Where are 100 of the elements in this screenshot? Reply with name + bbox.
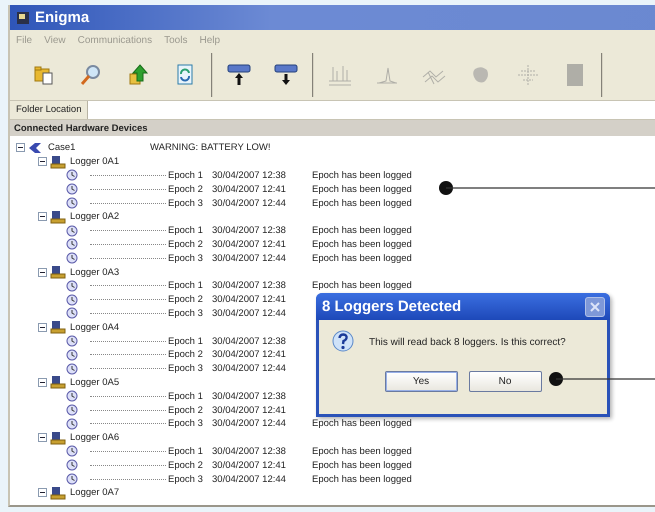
tree-item[interactable]: Epoch 1 bbox=[168, 390, 212, 402]
status-message: Epoch has been logged bbox=[312, 446, 412, 457]
tree-item[interactable]: Epoch 3 bbox=[168, 198, 212, 209]
tree-item[interactable]: Epoch 2 bbox=[168, 184, 212, 195]
timestamp: 30/04/2007 12:44 bbox=[212, 418, 287, 430]
clock-icon bbox=[66, 362, 78, 375]
timestamp: 30/04/2007 12:41 bbox=[212, 238, 287, 250]
tree-item[interactable]: Epoch 2 bbox=[168, 294, 212, 306]
clock-icon bbox=[66, 445, 78, 458]
warning-text: WARNING: BATTERY LOW! bbox=[150, 142, 271, 154]
dialog-title: 8 Loggers Detected bbox=[322, 298, 462, 315]
tree-item[interactable]: Epoch 2 bbox=[168, 238, 212, 250]
tree-item[interactable]: Logger 0A2 bbox=[70, 211, 163, 222]
timestamp: 30/04/2007 12:38 bbox=[212, 446, 287, 457]
timestamp: 30/04/2007 12:44 bbox=[212, 198, 287, 209]
timestamp: 30/04/2007 12:44 bbox=[212, 308, 287, 319]
clock-icon bbox=[66, 238, 78, 250]
clock-icon bbox=[66, 280, 78, 292]
tree-item[interactable]: Epoch 1 bbox=[168, 225, 212, 236]
logger-upload-icon bbox=[227, 63, 251, 87]
logger-icon bbox=[50, 265, 66, 280]
status-message: Epoch has been logged bbox=[312, 252, 412, 264]
clock-icon bbox=[66, 169, 78, 182]
clock-icon bbox=[66, 348, 78, 361]
timestamp: 30/04/2007 12:38 bbox=[212, 336, 287, 347]
tree-item[interactable]: Logger 0A1 bbox=[70, 156, 163, 168]
logger-icon bbox=[50, 210, 66, 224]
logger-icon bbox=[50, 154, 66, 169]
collapse-icon[interactable] bbox=[38, 322, 47, 332]
tree-item[interactable]: Epoch 2 bbox=[168, 404, 212, 416]
clock-icon bbox=[66, 390, 78, 402]
timestamp: 30/04/2007 12:41 bbox=[212, 184, 287, 195]
clock-icon bbox=[66, 404, 78, 416]
tree-item[interactable]: Logger 0A6 bbox=[70, 432, 163, 444]
collapse-icon[interactable] bbox=[38, 488, 47, 498]
logger-icon bbox=[50, 486, 66, 500]
timestamp: 30/04/2007 12:41 bbox=[212, 404, 287, 416]
close-icon bbox=[590, 302, 600, 312]
logger-icon bbox=[50, 320, 66, 334]
timestamp: 30/04/2007 12:41 bbox=[212, 349, 287, 360]
timestamp: 30/04/2007 12:38 bbox=[212, 225, 287, 236]
clock-icon bbox=[66, 252, 78, 264]
clock-icon bbox=[66, 183, 78, 196]
status-message: Epoch has been logged bbox=[312, 198, 412, 209]
timestamp: 30/04/2007 12:38 bbox=[212, 390, 287, 402]
logger-icon bbox=[50, 430, 66, 445]
tree-item[interactable]: Epoch 1 bbox=[168, 170, 212, 181]
tree-item[interactable]: Epoch 1 bbox=[168, 446, 212, 457]
collapse-icon[interactable] bbox=[38, 378, 47, 387]
collapse-icon[interactable] bbox=[38, 268, 47, 277]
clock-icon bbox=[66, 335, 78, 348]
tree-item[interactable]: Epoch 3 bbox=[168, 418, 212, 430]
clock-icon bbox=[66, 224, 78, 237]
dialog-button[interactable]: No bbox=[468, 371, 542, 392]
logger-download-icon bbox=[274, 63, 298, 87]
dialog-message: This will read back 8 loggers. Is this correct? bbox=[369, 336, 566, 348]
case-icon bbox=[28, 142, 42, 154]
clock-icon bbox=[66, 459, 78, 472]
status-message: Epoch has been logged bbox=[312, 225, 412, 236]
timestamp: 30/04/2007 12:38 bbox=[212, 170, 287, 181]
tree-item[interactable]: Case1 bbox=[48, 142, 150, 154]
timestamp: 30/04/2007 12:38 bbox=[212, 280, 287, 292]
tree-item[interactable]: Epoch 3 bbox=[168, 308, 212, 319]
tree-item[interactable]: Logger 0A4 bbox=[70, 322, 163, 333]
search-icon bbox=[79, 63, 103, 87]
timestamp: 30/04/2007 12:41 bbox=[212, 294, 287, 306]
status-message: Epoch has been logged bbox=[312, 474, 412, 485]
status-message: Epoch has been logged bbox=[312, 280, 412, 292]
clock-icon bbox=[66, 473, 78, 486]
tree-item[interactable]: Epoch 2 bbox=[168, 460, 212, 471]
collapse-icon[interactable] bbox=[38, 433, 47, 442]
close-button[interactable] bbox=[585, 296, 605, 316]
timestamp: 30/04/2007 12:44 bbox=[212, 474, 287, 485]
cross-plot-icon bbox=[516, 63, 540, 87]
panel-header: Connected Hardware Devices bbox=[10, 120, 655, 136]
tree-item[interactable]: Epoch 3 bbox=[168, 252, 212, 264]
status-message: Epoch has been logged bbox=[312, 238, 412, 250]
collapse-icon[interactable] bbox=[38, 157, 47, 166]
status-message: Epoch has been logged bbox=[312, 460, 412, 471]
logger-icon bbox=[50, 375, 66, 390]
tree-item[interactable]: Epoch 3 bbox=[168, 474, 212, 485]
timestamp: 30/04/2007 12:44 bbox=[212, 363, 287, 374]
timestamp: 30/04/2007 12:41 bbox=[212, 460, 287, 471]
tree-item[interactable]: Logger 0A5 bbox=[70, 376, 163, 388]
tree-item[interactable]: Epoch 3 bbox=[168, 363, 212, 374]
tree-item[interactable]: Logger 0A7 bbox=[70, 487, 163, 498]
dialog-button[interactable]: Yes bbox=[384, 371, 458, 392]
status-message: Epoch has been logged bbox=[312, 170, 412, 181]
tree-item[interactable]: Epoch 1 bbox=[168, 280, 212, 292]
clock-icon bbox=[66, 418, 78, 430]
tree-item[interactable]: Epoch 2 bbox=[168, 349, 212, 360]
tree-item[interactable]: Epoch 1 bbox=[168, 336, 212, 347]
folder-location-field[interactable] bbox=[88, 101, 655, 119]
app-icon bbox=[16, 10, 30, 24]
question-icon bbox=[331, 330, 355, 354]
collapse-icon[interactable] bbox=[38, 212, 47, 222]
tree-item[interactable]: Logger 0A3 bbox=[70, 266, 163, 278]
timestamp: 30/04/2007 12:44 bbox=[212, 252, 287, 264]
status-message: Epoch has been logged bbox=[312, 418, 412, 430]
collapse-icon[interactable] bbox=[16, 143, 25, 152]
